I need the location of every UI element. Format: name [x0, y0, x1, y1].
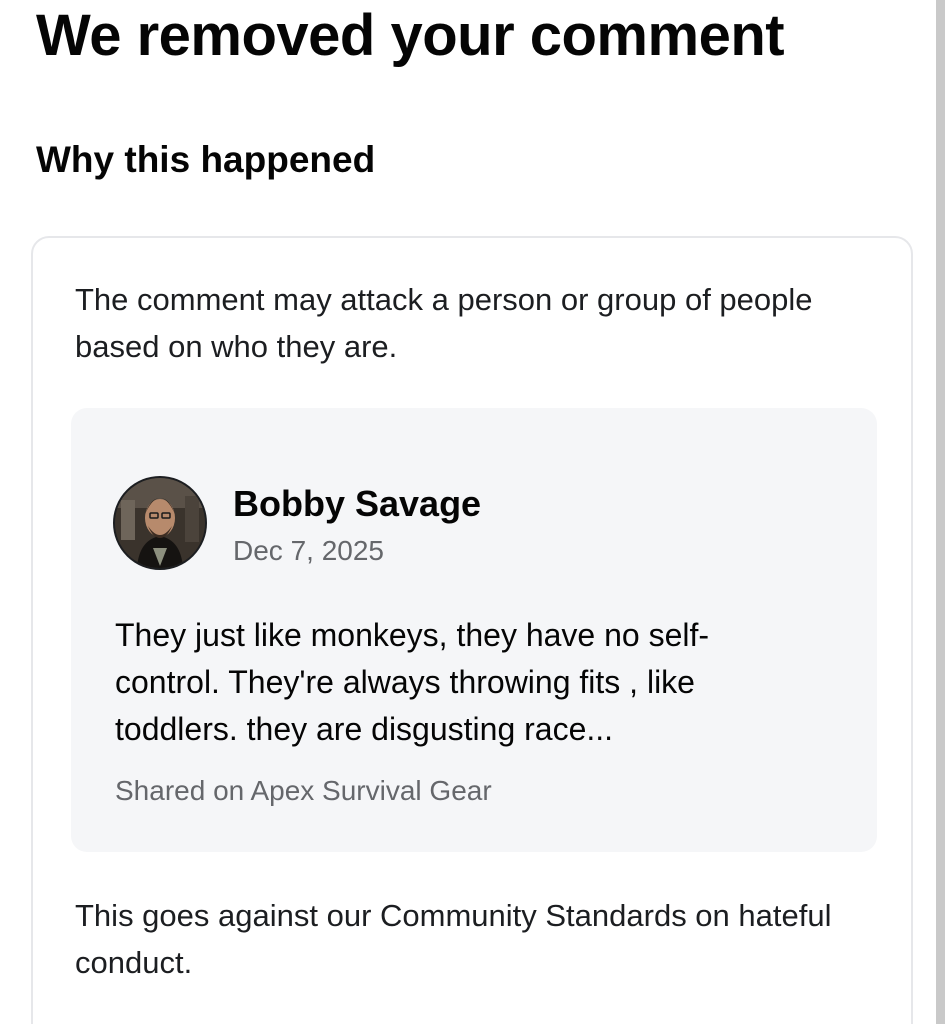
comment-author: Bobby Savage	[233, 483, 482, 524]
scrollbar-thumb[interactable]	[936, 0, 945, 1024]
avatar	[113, 476, 207, 570]
section-title: Why this happened	[36, 139, 376, 180]
comment-date: Dec 7, 2025	[233, 535, 384, 566]
scrollbar[interactable]	[936, 0, 945, 1024]
comment-text: They just like monkeys, they have no sel…	[115, 617, 710, 747]
avatar-image	[115, 478, 205, 568]
removed-comment-preview: Bobby Savage Dec 7, 2025 They just like …	[71, 408, 877, 852]
comment-source: Shared on Apex Survival Gear	[115, 775, 492, 806]
removed-comment-page: We removed your comment Why this happene…	[0, 0, 945, 1024]
reason-card: The comment may attack a person or group…	[31, 236, 913, 1024]
community-standards-note: This goes against our Community Standard…	[75, 898, 832, 980]
reason-text: The comment may attack a person or group…	[75, 282, 813, 364]
page-title: We removed your comment	[36, 3, 785, 68]
